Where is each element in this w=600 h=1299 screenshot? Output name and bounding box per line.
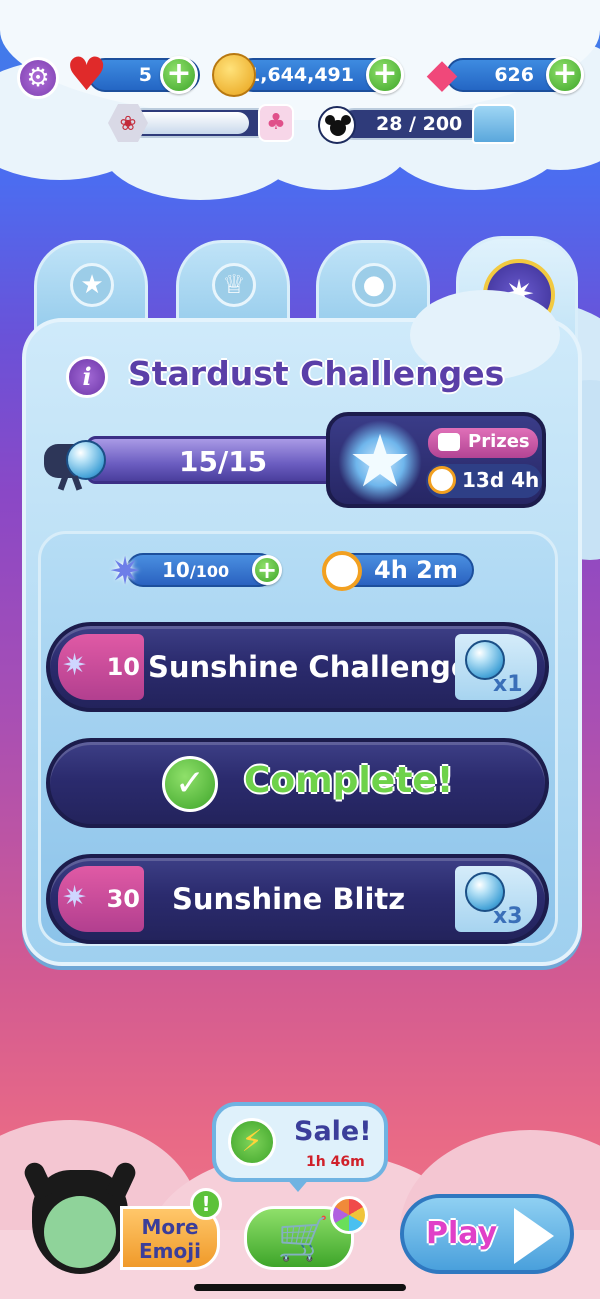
reward-value: 30	[106, 885, 140, 913]
wheel-icon[interactable]	[330, 1196, 368, 1234]
gear-icon: ⚙	[26, 63, 50, 93]
challenge-row-sunshine-blitz[interactable]: ✷ 30 Sunshine Blitz x3	[46, 854, 549, 944]
reward-badge: ✷ 30	[58, 866, 144, 932]
event-timer-text: 13d 4h	[462, 468, 540, 492]
notification-badge: !	[190, 1188, 222, 1220]
challenge-row-complete[interactable]: ✓ Complete!	[46, 738, 549, 828]
add-lives-button[interactable]: +	[160, 56, 198, 94]
coin-icon	[212, 53, 256, 97]
heart-icon: ♥	[66, 47, 108, 101]
add-stardust-button[interactable]: +	[252, 555, 282, 585]
more-emoji-line2: Emoji	[139, 1239, 201, 1263]
mickey-ears-icon	[318, 106, 356, 144]
stardust-progress-text: 15/15	[179, 445, 268, 478]
challenge-timer-text: 4h 2m	[374, 556, 458, 584]
avatar[interactable]	[21, 1159, 139, 1282]
stardust-small-icon: ✷	[109, 549, 141, 593]
trophy-icon: ♕	[212, 263, 256, 307]
home-indicator	[194, 1284, 406, 1291]
lives-value: 5	[138, 64, 152, 86]
xp-progress-text: 28 / 200	[376, 113, 463, 135]
treasure-chest-icon[interactable]	[472, 104, 516, 144]
cake-progress-bar	[128, 108, 278, 138]
add-gems-button[interactable]: +	[546, 56, 584, 94]
star-icon: ★	[70, 263, 114, 307]
challenge-row-sunshine-challenge[interactable]: ✷ 10 Sunshine Challenge x1	[46, 622, 549, 712]
event-timer: 13d 4h	[426, 464, 542, 498]
cupcake-icon: ♣	[258, 104, 294, 142]
gems-value: 626	[494, 64, 534, 86]
notification-badge-text: !	[201, 1192, 211, 1216]
checkmark-icon: ✓	[162, 756, 218, 812]
challenge-clock-icon	[322, 551, 362, 591]
challenge-title: Sunshine Challenge	[148, 650, 471, 684]
xp-progress-bar: 28 / 200	[338, 108, 486, 140]
stardust-reward-icon: ✷	[62, 880, 88, 915]
sale-label: Sale!	[294, 1116, 372, 1147]
info-icon: i	[82, 362, 92, 391]
sale-bubble[interactable]: ⚡ Sale! 1h 46m	[212, 1102, 388, 1182]
chest-icon	[438, 433, 460, 451]
clock-icon	[428, 466, 456, 494]
prize-box[interactable]: ★ Prizes 13d 4h	[326, 412, 546, 508]
settings-button[interactable]: ⚙	[17, 57, 59, 99]
prizes-label: Prizes	[468, 431, 530, 452]
bubble-cost-box: x1	[455, 634, 537, 700]
coins-value: 1,644,491	[247, 64, 354, 86]
panel-title: Stardust Challenges	[128, 354, 505, 393]
star-mascot-icon: ★	[338, 420, 422, 504]
bubble-cost-box: x3	[455, 866, 537, 932]
prizes-button[interactable]: Prizes	[428, 428, 538, 458]
bubble-multiplier: x1	[493, 672, 523, 697]
play-label: Play	[426, 1216, 498, 1251]
reward-badge: ✷ 10	[58, 634, 144, 700]
gem-icon: ◆	[426, 51, 458, 97]
cake-progress-fill	[132, 112, 249, 134]
sale-timer: 1h 46m	[306, 1154, 365, 1170]
complete-label: Complete!	[244, 760, 454, 801]
stardust-reward-icon: ✷	[62, 648, 88, 683]
stardust-max: /100	[189, 562, 230, 581]
challenge-title: Sunshine Blitz	[172, 882, 406, 916]
info-button[interactable]: i	[66, 356, 108, 398]
add-coins-button[interactable]: +	[366, 56, 404, 94]
stardust-progress-bar: 15/15	[86, 436, 344, 484]
mickey-icon: ●	[352, 263, 396, 307]
stardust-value: 10	[162, 558, 190, 582]
cart-icon: 🛒	[277, 1214, 330, 1263]
play-button[interactable]: Play	[400, 1194, 574, 1274]
play-icon	[514, 1208, 554, 1264]
bubble-multiplier: x3	[493, 904, 523, 929]
reward-value: 10	[106, 653, 140, 681]
lightning-icon: ⚡	[228, 1118, 276, 1166]
telescope-icon	[44, 436, 106, 491]
